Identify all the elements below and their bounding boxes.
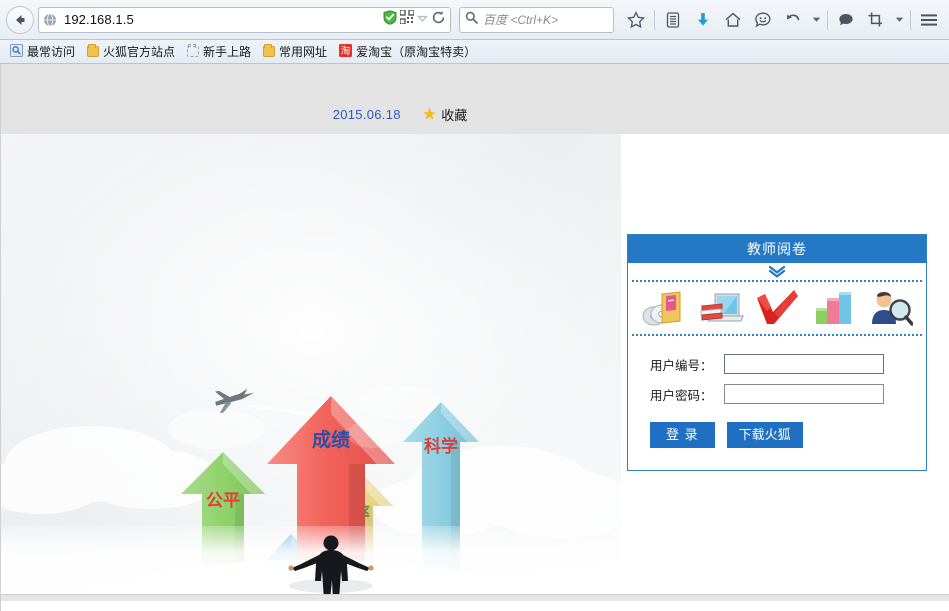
chat-bubble-icon[interactable] bbox=[832, 6, 860, 34]
user-id-input[interactable] bbox=[724, 354, 884, 374]
add-favorite-link[interactable]: ★ 收藏 bbox=[423, 105, 467, 124]
favorites-label: 收藏 bbox=[441, 108, 468, 123]
password-input[interactable] bbox=[724, 384, 884, 404]
reading-list-icon[interactable] bbox=[659, 6, 687, 34]
qr-code-icon[interactable] bbox=[399, 9, 415, 29]
url-text: 192.168.1.5 bbox=[64, 12, 134, 27]
teacher-grading-login-panel: 教师阅卷 用户编号： 用户密码： 登 录 下载火狐 bbox=[627, 234, 927, 472]
red-check-icon[interactable] bbox=[754, 286, 800, 330]
bookmark-star-icon[interactable] bbox=[622, 6, 650, 34]
password-row: 用户密码： bbox=[650, 384, 904, 404]
bookmark-label: 常用网址 bbox=[279, 45, 328, 59]
bookmark-firefox-official[interactable]: 火狐官方站点 bbox=[83, 42, 179, 61]
reload-icon[interactable] bbox=[431, 10, 446, 30]
login-form: 用户编号： 用户密码： 登 录 下载火狐 bbox=[628, 336, 926, 470]
double-chevron-down-icon[interactable] bbox=[628, 263, 926, 280]
bookmark-label: 爱淘宝（原淘宝特卖） bbox=[356, 45, 477, 59]
browser-window: 192.168.1.5 百度 <Ctrl+K> 最常访问 火狐官方站点 新手上路… bbox=[0, 0, 949, 611]
page-footer-strip bbox=[1, 594, 949, 601]
login-button[interactable]: 登 录 bbox=[650, 422, 715, 449]
panel-icon-row bbox=[628, 282, 926, 334]
bookmark-common-sites[interactable]: 常用网址 bbox=[259, 42, 331, 61]
toolbar-icons bbox=[622, 6, 943, 34]
download-firefox-button[interactable]: 下载火狐 bbox=[726, 422, 803, 449]
page-viewport: 2015.06.18 ★ 收藏 公平 科学 成绩 教师阅卷 用户编号： 用户密码… bbox=[0, 64, 949, 611]
undo-icon[interactable] bbox=[779, 6, 807, 34]
svg-text:淘: 淘 bbox=[341, 44, 351, 56]
laptop-books-icon[interactable] bbox=[698, 286, 744, 330]
page-header: 2015.06.18 ★ 收藏 bbox=[1, 64, 949, 134]
folder-icon bbox=[263, 44, 276, 57]
most-visited-icon bbox=[10, 43, 23, 60]
crop-dropdown-icon[interactable] bbox=[892, 6, 906, 34]
screenshot-crop-icon[interactable] bbox=[862, 6, 890, 34]
folder-dashed-icon bbox=[187, 44, 200, 57]
back-button[interactable] bbox=[6, 5, 34, 34]
user-search-icon[interactable] bbox=[867, 286, 913, 330]
menu-icon[interactable] bbox=[915, 6, 943, 34]
media-books-icon[interactable] bbox=[641, 286, 687, 330]
address-bar[interactable]: 192.168.1.5 bbox=[38, 6, 451, 33]
back-arrow-icon bbox=[16, 14, 25, 25]
hero-svg: 公平 科学 成绩 bbox=[1, 134, 621, 601]
taobao-icon: 淘 bbox=[339, 43, 353, 60]
header-date: 2015.06.18 bbox=[332, 107, 401, 122]
password-label: 用户密码： bbox=[650, 388, 713, 403]
hero-illustration: 公平 科学 成绩 bbox=[1, 134, 621, 601]
bookmark-most-visited[interactable]: 最常访问 bbox=[6, 42, 79, 61]
user-id-row: 用户编号： bbox=[650, 354, 904, 374]
toolbar-divider-3 bbox=[910, 9, 911, 30]
bookmark-label: 火狐官方站点 bbox=[103, 45, 176, 59]
page-body: 公平 科学 成绩 教师阅卷 用户编号： 用户密码： 登 录 下载火狐 bbox=[1, 134, 949, 601]
bookmark-label: 新手上路 bbox=[203, 45, 252, 59]
svg-text:科学: 科学 bbox=[424, 436, 458, 457]
bookmark-label: 最常访问 bbox=[27, 45, 76, 59]
svg-text:成绩: 成绩 bbox=[312, 428, 350, 451]
search-icon bbox=[465, 11, 478, 29]
home-icon[interactable] bbox=[719, 6, 747, 34]
undo-dropdown-icon[interactable] bbox=[809, 6, 823, 34]
bookmark-getting-started[interactable]: 新手上路 bbox=[183, 42, 255, 61]
search-bar[interactable]: 百度 <Ctrl+K> bbox=[459, 6, 614, 33]
folder-icon bbox=[87, 44, 100, 57]
smiley-icon[interactable] bbox=[749, 6, 777, 34]
browser-toolbar: 192.168.1.5 百度 <Ctrl+K> bbox=[0, 0, 949, 40]
bookmark-itaobao[interactable]: 淘 爱淘宝（原淘宝特卖） bbox=[335, 42, 480, 61]
bar-chart-icon[interactable] bbox=[810, 286, 856, 330]
address-bar-actions bbox=[383, 9, 446, 30]
panel-title: 教师阅卷 bbox=[628, 235, 926, 263]
user-id-label: 用户编号： bbox=[650, 358, 713, 373]
toolbar-divider bbox=[654, 9, 655, 30]
globe-icon bbox=[43, 13, 59, 27]
downloads-icon[interactable] bbox=[689, 6, 717, 34]
login-buttons: 登 录 下载火狐 bbox=[650, 414, 904, 464]
shield-check-icon[interactable] bbox=[383, 9, 397, 30]
search-input[interactable]: 百度 <Ctrl+K> bbox=[483, 11, 558, 28]
toolbar-divider-2 bbox=[827, 9, 828, 30]
bookmarks-bar: 最常访问 火狐官方站点 新手上路 常用网址 淘 爱淘宝（原淘宝特卖） bbox=[0, 40, 949, 64]
star-icon: ★ bbox=[422, 106, 437, 123]
address-dropdown-icon[interactable] bbox=[417, 11, 428, 29]
svg-text:公平: 公平 bbox=[206, 491, 240, 511]
